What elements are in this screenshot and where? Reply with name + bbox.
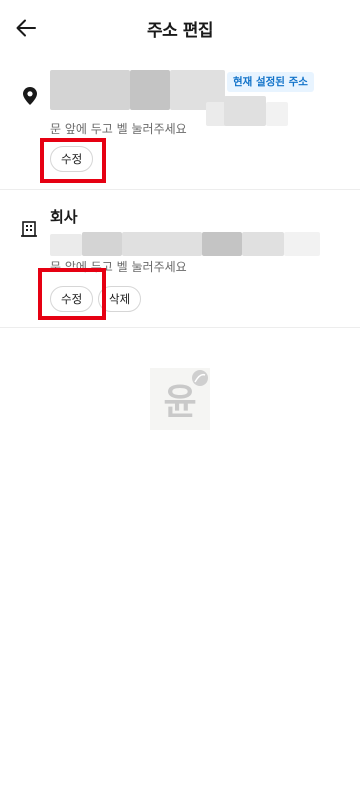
delete-button[interactable]: 삭제 <box>98 286 142 312</box>
location-pin-icon <box>23 87 37 105</box>
delivery-memo: 문 앞에 두고 벨 눌러주세요 <box>50 122 187 136</box>
address-name: 회사 <box>50 208 78 226</box>
address-card-current: 현재 설정된 주소 문 앞에 두고 벨 눌러주세요 수정 <box>0 58 360 190</box>
page-title: 주소 편집 <box>147 21 213 41</box>
current-address-badge: 현재 설정된 주소 <box>227 72 314 92</box>
address-card-company: 회사 문 앞에 두고 벨 눌러주세요 수정 삭제 <box>0 192 360 328</box>
delivery-memo: 문 앞에 두고 벨 눌러주세요 <box>50 260 187 274</box>
logo: 윤 <box>150 368 210 430</box>
building-icon <box>21 221 37 237</box>
app-header: 주소 편집 <box>0 0 360 56</box>
logo-glyph: 윤 <box>163 382 196 423</box>
edit-button[interactable]: 수정 <box>50 286 94 312</box>
edit-button[interactable]: 수정 <box>50 146 94 172</box>
leaf-icon <box>192 370 208 386</box>
